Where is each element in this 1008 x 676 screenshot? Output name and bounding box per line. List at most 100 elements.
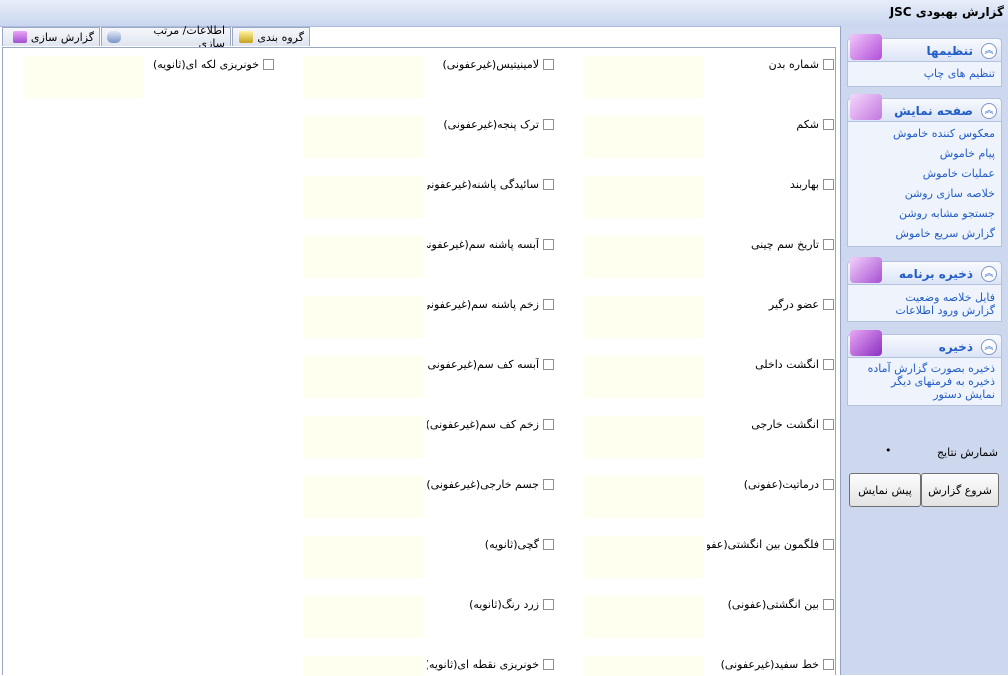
field-checkbox[interactable] xyxy=(823,359,834,370)
group-program-save-header[interactable]: ذخیره برنامه ︽ xyxy=(847,257,1002,285)
settings-gear-icon xyxy=(850,34,882,60)
link-data-entry-report[interactable]: گزارش ورود اطلاعات xyxy=(854,304,995,317)
field-checkbox[interactable] xyxy=(263,59,274,70)
field-value-box[interactable] xyxy=(303,536,423,578)
group-save-header[interactable]: ذخیره ︽ xyxy=(847,330,1002,358)
field-heel-ulcer: زخم پاشنه سم(غیرعفونی) xyxy=(303,296,557,338)
field-value-box[interactable] xyxy=(583,596,703,638)
field-pen: بهاربند xyxy=(583,176,837,218)
field-label: فلگمون بین انگشتی(عفونی) xyxy=(707,538,819,551)
field-checkbox[interactable] xyxy=(543,59,554,70)
field-checkbox[interactable] xyxy=(823,59,834,70)
field-heel-erosion: سائیدگی پاشنه(غیرعفونی) xyxy=(303,176,557,218)
link-show-command[interactable]: نمایش دستور xyxy=(854,388,995,401)
field-label: تاریخ سم چینی xyxy=(750,238,819,251)
field-value-box[interactable] xyxy=(583,356,703,398)
preview-button[interactable]: پیش نمایش xyxy=(849,473,921,507)
field-yellow: زرد رنگ(ثانویه) xyxy=(303,596,557,638)
field-checkbox[interactable] xyxy=(823,599,834,610)
field-label: خط سفید(غیرعفونی) xyxy=(720,658,819,671)
field-value-box[interactable] xyxy=(303,596,423,638)
save-pen-icon xyxy=(850,330,882,356)
field-heel-abscess: آبسه پاشنه سم(غیرعفونی) xyxy=(303,236,557,278)
group-settings-header[interactable]: تنظیمها ︽ xyxy=(847,34,1002,62)
field-value-box[interactable] xyxy=(303,356,423,398)
collapse-chevron-icon[interactable]: ︽ xyxy=(981,266,997,282)
field-value-box[interactable] xyxy=(303,476,423,518)
field-value-box[interactable] xyxy=(583,656,703,676)
link-inverter-off[interactable]: معکوس کننده خاموش xyxy=(854,124,995,144)
field-value-box[interactable] xyxy=(583,116,703,158)
field-value-box[interactable] xyxy=(583,176,703,218)
link-similar-search-on[interactable]: جستجو مشابه روشن xyxy=(854,204,995,224)
field-value-box[interactable] xyxy=(303,176,423,218)
field-trim-date: تاریخ سم چینی xyxy=(583,236,837,278)
field-value-box[interactable] xyxy=(583,236,703,278)
field-checkbox[interactable] xyxy=(543,179,554,190)
field-value-box[interactable] xyxy=(583,536,703,578)
field-checkbox[interactable] xyxy=(543,419,554,430)
field-white-line: خط سفید(غیرعفونی) xyxy=(583,656,837,676)
field-checkbox[interactable] xyxy=(543,599,554,610)
field-value-box[interactable] xyxy=(583,56,703,98)
field-value-box[interactable] xyxy=(583,296,703,338)
field-checkbox[interactable] xyxy=(543,659,554,670)
field-checkbox[interactable] xyxy=(823,479,834,490)
field-inner-claw: انگشت داخلی xyxy=(583,356,837,398)
field-checkbox[interactable] xyxy=(543,539,554,550)
link-summary-on[interactable]: خلاصه سازی روشن xyxy=(854,184,995,204)
link-operations-off[interactable]: عملیات خاموش xyxy=(854,164,995,184)
collapse-chevron-icon[interactable]: ︽ xyxy=(981,103,997,119)
tab-label: گروه بندی xyxy=(257,30,304,44)
link-status-summary-file[interactable]: فایل خلاصه وضعیت xyxy=(854,291,995,304)
field-label: بین انگشتی(عفونی) xyxy=(727,598,819,611)
field-checkbox[interactable] xyxy=(543,479,554,490)
report-tab-icon xyxy=(12,31,27,43)
group-tab-icon xyxy=(239,31,254,43)
tab-report-builder[interactable]: گزارش سازی xyxy=(2,27,100,46)
field-sole-abscess: آبسه کف سم(غیرعفونی) xyxy=(303,356,557,398)
field-value-box[interactable] xyxy=(583,416,703,458)
group-program-save-body: فایل خلاصه وضعیت گزارش ورود اطلاعات xyxy=(847,285,1002,322)
field-label: خونریزی نقطه ای(ثانویه) xyxy=(427,658,539,671)
link-quick-report-off[interactable]: گزارش سریع خاموش xyxy=(854,224,995,244)
field-value-box[interactable] xyxy=(303,116,423,158)
field-value-box[interactable] xyxy=(303,656,423,676)
field-value-box[interactable] xyxy=(303,236,423,278)
group-display-header[interactable]: صفحه نمایش ︽ xyxy=(847,94,1002,122)
field-checkbox[interactable] xyxy=(543,239,554,250)
field-label: درماتیت(عفونی) xyxy=(743,478,819,491)
field-value-box[interactable] xyxy=(583,476,703,518)
start-report-button[interactable]: شروع گزارش xyxy=(921,473,999,507)
field-label: انگشت خارجی xyxy=(751,418,819,431)
field-label: آبسه پاشنه سم(غیرعفونی) xyxy=(427,238,539,251)
field-checkbox[interactable] xyxy=(823,119,834,130)
field-value-box[interactable] xyxy=(303,416,423,458)
link-message-off[interactable]: پیام خاموش xyxy=(854,144,995,164)
collapse-chevron-icon[interactable]: ︽ xyxy=(981,339,997,355)
field-checkbox[interactable] xyxy=(823,239,834,250)
field-value-box[interactable] xyxy=(303,56,423,98)
link-save-as-ready-report[interactable]: ذخیره بصورت گزارش آماده xyxy=(854,362,995,375)
link-print-settings[interactable]: تنظیم های چاپ xyxy=(854,64,995,84)
field-checkbox[interactable] xyxy=(823,299,834,310)
field-checkbox[interactable] xyxy=(543,299,554,310)
field-label: زرد رنگ(ثانویه) xyxy=(469,598,539,611)
field-value-box[interactable] xyxy=(23,56,143,98)
tab-info-sort[interactable]: اطلاعات/ مرتب سازی xyxy=(101,24,231,50)
field-value-box[interactable] xyxy=(303,296,423,338)
group-settings: تنظیمها ︽ تنظیم های چاپ xyxy=(847,34,1002,87)
group-title: صفحه نمایش xyxy=(894,104,973,118)
report-builder-panel: شماره بدن شکم بهاربند تاریخ سم چینی عضو … xyxy=(2,47,837,676)
field-label: گچی(ثانویه) xyxy=(484,538,539,551)
link-save-other-formats[interactable]: ذخیره به فرمتهای دیگر xyxy=(854,375,995,388)
field-checkbox[interactable] xyxy=(823,659,834,670)
collapse-chevron-icon[interactable]: ︽ xyxy=(981,43,997,59)
field-checkbox[interactable] xyxy=(823,179,834,190)
tab-grouping[interactable]: گروه بندی xyxy=(232,27,310,46)
field-checkbox[interactable] xyxy=(543,359,554,370)
field-checkbox[interactable] xyxy=(823,539,834,550)
field-checkbox[interactable] xyxy=(543,119,554,130)
field-label: لامینیتیس(غیرعفونی) xyxy=(442,58,539,71)
field-checkbox[interactable] xyxy=(823,419,834,430)
